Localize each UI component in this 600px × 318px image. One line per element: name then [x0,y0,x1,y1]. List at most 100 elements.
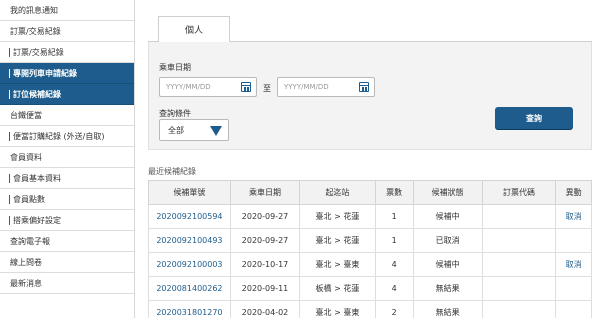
sidebar-item-member-points[interactable]: 會員點數 [0,189,134,210]
sidebar-item-label: 查詢電子報 [10,236,50,246]
column-header: 候補狀態 [412,180,483,205]
travel-date: 2020-09-27 [229,204,301,229]
sidebar-item-label: 訂位候補紀錄 [13,89,61,99]
sidebar-item-label: 便當訂購紀錄 (外送/自取) [13,131,105,141]
sidebar-item-charter-train[interactable]: 專開列車申請紀錄 [0,63,134,84]
date-to-input[interactable]: YYYY/MM/DD [277,77,375,97]
sidebar-item-label: 會員基本資料 [13,173,61,183]
divider-bar [9,47,10,57]
route: 臺北 > 花蓮 [299,228,376,253]
waitlist-status: 無結果 [412,276,483,301]
sidebar-item-member-basic[interactable]: 會員基本資料 [0,168,134,189]
calendar-icon[interactable] [241,82,251,92]
condition-label: 查詢條件 [159,109,191,118]
ticket-count: 4 [374,276,414,301]
ticket-count: 4 [374,252,414,277]
condition-select[interactable]: 全部 [159,119,229,141]
column-header: 訂票代碼 [481,180,557,205]
divider-bar [9,173,10,183]
waitlist-status: 已取消 [412,228,483,253]
query-button[interactable]: 查詢 [495,107,573,129]
table-row: 2020081400262 2020-09-11 板橋 > 花蓮 4 無結果 [148,276,592,301]
divider-bar [9,131,10,141]
search-panel: 乘車日期 YYYY/MM/DD 至 YYYY/MM/DD 查詢條件 全部 查詢 [148,42,592,150]
sidebar-item-label: 線上問卷 [10,257,42,267]
waitlist-id-link[interactable]: 2020092100003 [148,252,231,277]
sidebar: 我的訊息通知 訂票/交易紀錄 訂票/交易紀錄 專開列車申請紀錄 訂位候補紀錄 台… [0,0,135,318]
sidebar-item-survey[interactable]: 線上問卷 [0,252,134,273]
action-cell [555,300,592,318]
travel-date: 2020-09-11 [229,276,301,301]
sidebar-item-label: 我的訊息通知 [10,5,58,15]
booking-code [481,204,557,229]
table-row: 2020031801270 2020-04-02 臺北 > 臺東 2 無結果 [148,300,592,318]
sidebar-item-member-data[interactable]: 會員資料 [0,147,134,168]
date-to-placeholder: YYYY/MM/DD [284,83,329,91]
date-from-placeholder: YYYY/MM/DD [166,83,211,91]
sidebar-item-news[interactable]: 最新消息 [0,273,134,294]
triangle-down-icon [210,126,222,136]
travel-date: 2020-04-02 [229,300,301,318]
booking-code [481,228,557,253]
sidebar-item-preferences[interactable]: 搭乘偏好設定 [0,210,134,231]
column-header: 異動 [555,180,592,205]
route: 臺北 > 臺東 [299,252,376,277]
ticket-count: 1 [374,228,414,253]
column-header: 票數 [374,180,414,205]
condition-value: 全部 [168,125,184,135]
sidebar-item-notifications[interactable]: 我的訊息通知 [0,0,134,21]
column-header: 起迄站 [299,180,376,205]
divider-bar [9,68,10,78]
action-cell [555,228,592,253]
tab-personal[interactable]: 個人 [158,16,230,43]
calendar-icon[interactable] [359,82,369,92]
route: 臺北 > 花蓮 [299,204,376,229]
table-row: 2020092100003 2020-10-17 臺北 > 臺東 4 候補中 取… [148,252,592,277]
sidebar-item-label: 會員點數 [13,194,45,204]
tab-bar: 個人 [148,16,592,43]
sidebar-item-bento[interactable]: 台鐵便當 [0,105,134,126]
waitlist-status: 無結果 [412,300,483,318]
sidebar-item-label: 訂票/交易紀錄 [13,47,64,57]
booking-code [481,252,557,277]
sidebar-item-label: 專開列車申請紀錄 [13,68,77,78]
travel-date: 2020-09-27 [229,228,301,253]
sidebar-item-label: 台鐵便當 [10,110,42,120]
waitlist-id-link[interactable]: 2020092100594 [148,204,231,229]
booking-code [481,300,557,318]
route: 臺北 > 臺東 [299,300,376,318]
sidebar-item-bento-orders[interactable]: 便當訂購紀錄 (外送/自取) [0,126,134,147]
column-header: 乘車日期 [229,180,301,205]
sidebar-item-label: 訂票/交易紀錄 [10,26,61,36]
waitlist-id-link[interactable]: 2020031801270 [148,300,231,318]
cancel-link[interactable]: 取消 [555,252,592,277]
date-from-input[interactable]: YYYY/MM/DD [159,77,257,97]
divider-bar [9,215,10,225]
sidebar-item-label: 搭乘偏好設定 [13,215,61,225]
route: 板橋 > 花蓮 [299,276,376,301]
sidebar-item-booking-records[interactable]: 訂票/交易紀錄 [0,21,134,42]
date-label: 乘車日期 [159,63,191,72]
sidebar-item-newsletter[interactable]: 查詢電子報 [0,231,134,252]
sidebar-item-label: 會員資料 [10,152,42,162]
main-content: 個人 乘車日期 YYYY/MM/DD 至 YYYY/MM/DD 查詢條件 全部 … [148,0,592,318]
action-cell [555,276,592,301]
to-label: 至 [263,84,271,93]
waitlist-id-link[interactable]: 2020081400262 [148,276,231,301]
table-row: 2020092100594 2020-09-27 臺北 > 花蓮 1 候補中 取… [148,204,592,229]
records-table: 候補單號 乘車日期 起迄站 票數 候補狀態 訂票代碼 異動 2020092100… [148,180,592,318]
column-header: 候補單號 [148,180,231,205]
records-title: 最近候補紀錄 [148,167,196,176]
sidebar-item-booking-records-sub[interactable]: 訂票/交易紀錄 [0,42,134,63]
table-row: 2020092100493 2020-09-27 臺北 > 花蓮 1 已取消 [148,228,592,253]
divider-bar [9,89,10,99]
waitlist-id-link[interactable]: 2020092100493 [148,228,231,253]
sidebar-item-waitlist-records[interactable]: 訂位候補紀錄 [0,84,134,105]
table-header-row: 候補單號 乘車日期 起迄站 票數 候補狀態 訂票代碼 異動 [148,180,592,205]
travel-date: 2020-10-17 [229,252,301,277]
booking-code [481,276,557,301]
sidebar-item-label: 最新消息 [10,278,42,288]
ticket-count: 2 [374,300,414,318]
cancel-link[interactable]: 取消 [555,204,592,229]
divider-bar [9,194,10,204]
